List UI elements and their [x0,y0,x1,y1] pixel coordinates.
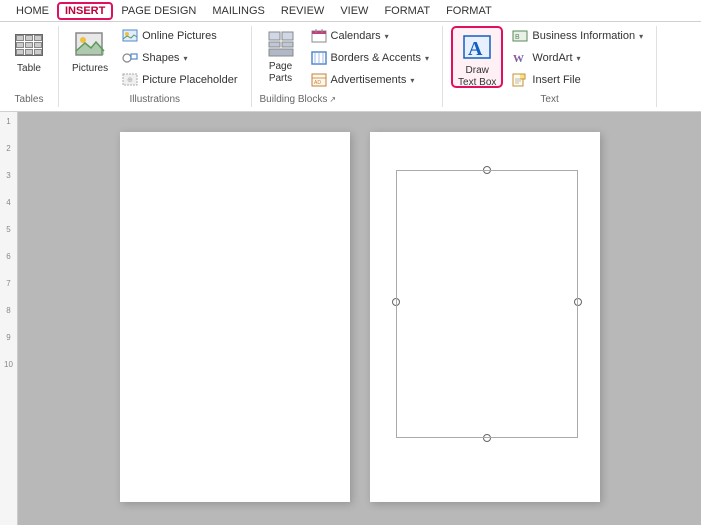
svg-text:B: B [515,34,520,41]
textbox-border [396,170,578,438]
ruler-mark: 5 [6,225,10,234]
picture-placeholder-icon: ⊕ [122,72,138,88]
ribbon-group-tables: Table Tables [0,26,59,107]
svg-text:A: A [468,38,483,60]
menu-insert[interactable]: INSERT [57,2,113,20]
menu-review[interactable]: REVIEW [273,2,332,20]
table-label: Table [17,63,41,75]
wordart-label: WordArt [532,52,572,64]
menu-bar: HOME INSERT PAGE DESIGN MAILINGS REVIEW … [0,0,701,22]
calendars-dropdown-icon: ▾ [385,32,389,41]
illustrations-col: Online Pictures Shapes ▾ [117,26,242,88]
pictures-button[interactable]: Pictures [67,26,113,88]
menu-format-2[interactable]: FORMAT [438,2,500,20]
calendars-button[interactable]: Calendars ▾ [306,26,435,46]
insert-file-icon [512,72,528,88]
ribbon-group-illustrations-content: Pictures Online Pictures [67,26,243,92]
advertisements-icon: AD [311,72,327,88]
ribbon-group-illustrations: Pictures Online Pictures [59,26,252,107]
page-left [120,132,350,502]
online-pictures-button[interactable]: Online Pictures [117,26,242,46]
shapes-label: Shapes [142,52,179,64]
ruler-mark: 2 [6,144,10,153]
svg-text:⊕: ⊕ [127,77,133,84]
ribbon: Table Tables Pictures [0,22,701,112]
menu-view[interactable]: VIEW [332,2,376,20]
ruler-mark: 6 [6,252,10,261]
pages-area [18,112,701,525]
ruler-mark: 9 [6,333,10,342]
ribbon-group-bb-content: PageParts Calendars ▾ [260,26,435,92]
calendars-icon [311,28,327,44]
calendars-label: Calendars [331,30,381,42]
draw-text-box-label: DrawText Box [458,65,496,89]
page-parts-button[interactable]: PageParts [260,26,302,88]
online-pictures-label: Online Pictures [142,30,217,42]
bb-expand-icon[interactable]: ↗ [329,95,336,104]
text-group-label: Text [451,92,648,107]
svg-text:W: W [513,53,524,65]
menu-mailings[interactable]: MAILINGS [204,2,273,20]
bb-label-text: Building Blocks [260,94,328,105]
tables-group-label: Tables [8,92,50,107]
shapes-dropdown-icon: ▾ [183,54,187,63]
ribbon-group-text: A DrawText Box B Business Information ▾ [443,26,657,107]
svg-text:AD: AD [314,80,321,86]
pictures-label: Pictures [72,63,108,75]
online-pictures-icon [122,28,138,44]
business-information-button[interactable]: B Business Information ▾ [507,26,648,46]
ribbon-group-text-content: A DrawText Box B Business Information ▾ [451,26,648,92]
menu-page-design[interactable]: PAGE DESIGN [113,2,204,20]
ruler-mark: 4 [6,198,10,207]
ruler-mark: 10 [4,360,13,369]
draw-text-box-icon: A [461,31,493,63]
ribbon-group-building-blocks: PageParts Calendars ▾ [252,26,444,107]
insert-file-button[interactable]: Insert File [507,70,648,90]
business-info-label: Business Information [532,30,635,42]
borders-accents-icon [311,50,327,66]
borders-dropdown-icon: ▾ [425,54,429,63]
ribbon-group-tables-content: Table [8,26,50,92]
ruler-mark: 8 [6,306,10,315]
text-col: B Business Information ▾ W [507,26,648,88]
advertisements-dropdown-icon: ▾ [410,76,414,85]
bb-col: Calendars ▾ Borders & Accents ▾ [306,26,435,88]
page-right [370,132,600,502]
table-button[interactable]: Table [8,26,50,88]
ruler-mark: 1 [6,117,10,126]
ruler-mark: 7 [6,279,10,288]
picture-placeholder-button[interactable]: ⊕ Picture Placeholder [117,70,242,90]
menu-home[interactable]: HOME [8,2,57,20]
pictures-icon [74,29,106,61]
biz-dropdown-icon: ▾ [639,32,643,41]
document-area: 1 2 3 4 5 6 7 8 9 10 [0,112,701,525]
textbox-container[interactable] [392,162,582,442]
page-parts-icon [265,29,297,59]
table-icon [13,29,45,61]
menu-format-1[interactable]: FORMAT [376,2,438,20]
borders-accents-button[interactable]: Borders & Accents ▾ [306,48,435,68]
advertisements-button[interactable]: AD Advertisements ▾ [306,70,435,90]
business-info-icon: B [512,28,528,44]
shapes-button[interactable]: Shapes ▾ [117,48,242,68]
borders-accents-label: Borders & Accents [331,52,422,64]
picture-placeholder-label: Picture Placeholder [142,74,237,86]
draw-text-box-button[interactable]: A DrawText Box [451,26,503,88]
advertisements-label: Advertisements [331,74,407,86]
shapes-icon [122,50,138,66]
illustrations-group-label: Illustrations [67,92,243,107]
wordart-dropdown-icon: ▾ [577,54,581,63]
wordart-icon: W [512,50,528,66]
ruler-mark: 3 [6,171,10,180]
building-blocks-group-label: Building Blocks ↗ [260,92,435,107]
page-parts-label: PageParts [269,61,292,85]
wordart-button[interactable]: W WordArt ▾ [507,48,648,68]
insert-file-label: Insert File [532,74,580,86]
ruler-left: 1 2 3 4 5 6 7 8 9 10 [0,112,18,525]
